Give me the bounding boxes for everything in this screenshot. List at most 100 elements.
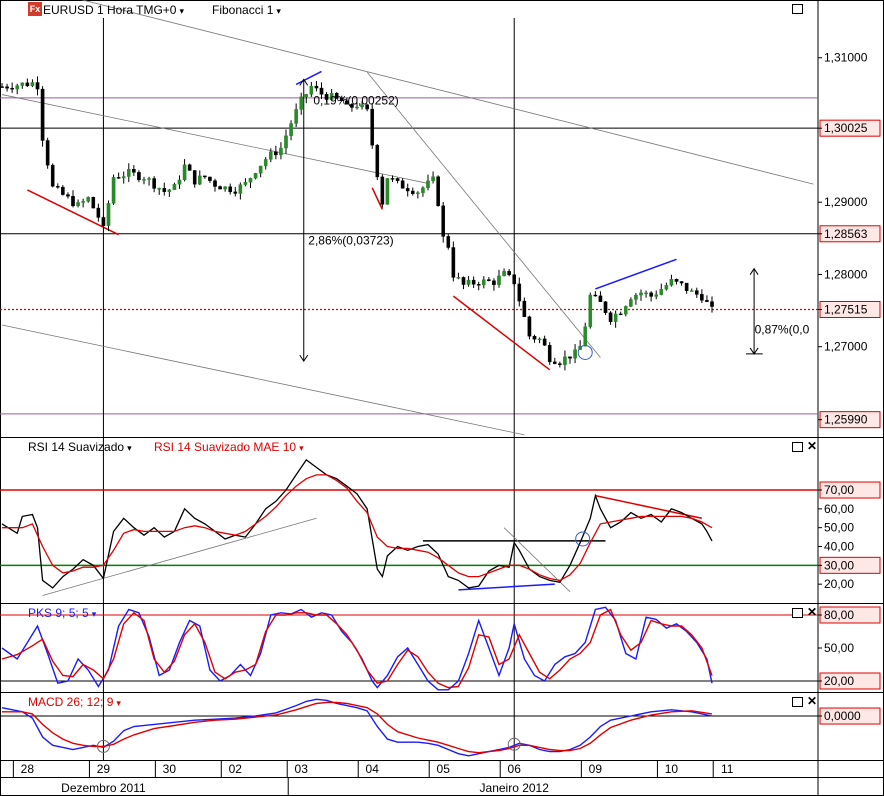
candle-24 [121,171,126,184]
candle-94 [476,281,481,291]
candle-96 [487,277,491,282]
candle-93 [471,276,476,288]
svg-text:20,00: 20,00 [824,577,854,591]
candle-74 [375,144,380,181]
candle-89 [451,241,456,282]
candle-110 [558,361,562,368]
candle-101 [512,274,517,287]
price-tick-3: 1,27000 [818,340,868,354]
candle-44 [223,186,227,192]
maximize-main-button[interactable] [792,4,803,14]
candle-95 [481,276,486,289]
rsi-ma-selector[interactable]: RSI 14 Suavizado MAE 10 ▾ [154,440,304,454]
chart-canvas[interactable]: 0,19%(0,00252) 2,86%(0,03723) 0,87%(0,0 1,3… [0,0,884,796]
price-label-0: 1,30025 [818,119,881,137]
rsi-tick-2: 40,00 [818,540,854,554]
macd-level-label-0: 0,0000 [818,707,881,725]
pks-tick-0: 50,00 [818,641,854,655]
candle-8 [40,86,45,147]
rsi-ma-title: RSI 14 Suavizado MAE 10 [154,440,297,454]
main-trendline-5[interactable] [452,295,551,371]
candle-85 [431,171,435,184]
candle-10 [50,163,55,188]
fib-measure-arrow[interactable] [299,78,309,363]
candle-34 [172,182,177,191]
close-rsi-icon[interactable]: ✕ [807,440,817,452]
close-macd-icon[interactable]: ✕ [807,695,817,707]
time-tick-label-7: 06 [508,762,522,776]
time-tick-label-6: 05 [437,762,451,776]
candle-6 [30,79,35,88]
app-logo-icon: Fx [28,2,42,16]
macd-title-selector[interactable]: MACD 26; 12; 9 ▾ [28,695,121,709]
candle-84 [426,174,430,191]
candle-102 [517,277,522,307]
chevron-down-icon[interactable]: ▾ [92,609,97,619]
svg-text:1,31000: 1,31000 [824,51,868,65]
time-tick-label-0: 28 [21,762,35,776]
candle-9 [45,137,50,169]
highlight-circle[interactable] [577,344,593,360]
candle-105 [532,334,537,343]
candle-27 [137,170,141,183]
candle-62 [314,81,319,92]
main-trendline-2[interactable] [1,324,525,436]
candle-134 [679,281,684,286]
svg-text:50,00: 50,00 [824,521,854,535]
maximize-rsi-button[interactable] [792,442,803,452]
candle-30 [152,176,156,193]
maximize-macd-button[interactable] [792,697,803,707]
candle-113 [573,344,577,364]
chevron-down-icon[interactable]: ▾ [127,443,132,453]
candle-120 [608,311,613,325]
candle-127 [644,290,648,298]
tool-selector[interactable]: Fibonacci 1 ▾ [212,3,281,17]
rsi-title-selector[interactable]: RSI 14 Suavizado ▾ [28,440,132,454]
candle-130 [659,283,664,296]
candle-43 [218,185,222,190]
candle-137 [694,287,699,298]
time-axis: 28 29 30 02 03 04 05 06 09 10 11 Dezembro 2011 Janei… [12,761,734,796]
candle-103 [522,297,527,318]
candle-139 [705,295,709,303]
main-trendline-1[interactable] [2,0,814,185]
chevron-down-icon[interactable]: ▾ [276,6,281,16]
main-trendline-7[interactable] [295,70,322,86]
candle-60 [304,93,309,104]
price-tick-2: 1,28000 [818,267,868,281]
candle-13 [66,192,70,199]
rsi-highlight-circle[interactable] [575,531,591,547]
svg-text:1,25990: 1,25990 [824,413,868,427]
candle-41 [208,176,212,183]
candle-90 [456,272,461,280]
candle-100 [507,269,511,277]
chevron-down-icon[interactable]: ▾ [116,698,121,708]
rsi-tick-1: 50,00 [818,521,854,535]
svg-text:1,29000: 1,29000 [824,195,868,209]
price-measure-arrow[interactable] [749,267,759,355]
maximize-pks-button[interactable] [792,608,803,618]
pks-series-1 [1,608,713,689]
svg-text:1,27515: 1,27515 [824,302,868,316]
candle-86 [436,175,440,207]
chevron-down-icon[interactable]: ▾ [179,6,184,16]
pks-title-selector[interactable]: PKS 9; 5; 5 ▾ [28,606,96,620]
symbol-label: EURUSD 1 Hora TMG+0 [43,3,177,17]
candle-79 [400,178,405,189]
main-trendline-0[interactable] [1,94,429,184]
symbol-selector[interactable]: EURUSD 1 Hora TMG+0 ▾ [43,3,184,17]
candle-23 [116,172,121,179]
candle-82 [416,191,420,199]
candle-36 [182,159,187,182]
svg-text:30,00: 30,00 [824,558,854,572]
chevron-down-icon[interactable]: ▾ [299,443,304,453]
candle-48 [243,178,248,187]
svg-text:1,28563: 1,28563 [824,227,868,241]
candle-76 [385,178,390,205]
svg-text:0,0000: 0,0000 [824,709,861,723]
main-trendline-3[interactable] [366,71,601,358]
main-trendline-8[interactable] [595,258,677,290]
close-pks-icon[interactable]: ✕ [807,606,817,618]
month-label-1: Janeiro 2012 [480,781,550,795]
candle-1 [5,83,9,92]
